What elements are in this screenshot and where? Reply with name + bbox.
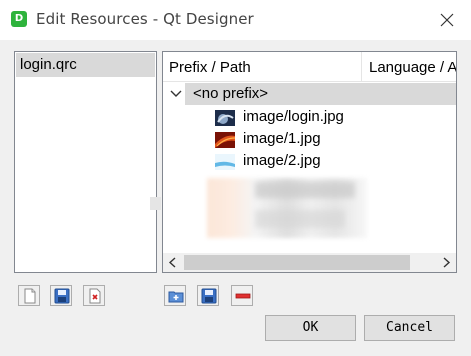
file-label: image/login.jpg <box>243 108 344 125</box>
blurred-region <box>255 210 345 228</box>
new-resource-file-button[interactable] <box>18 285 40 306</box>
add-prefix-button[interactable] <box>164 285 186 306</box>
red-thumbnail-icon <box>215 132 235 148</box>
remove-button[interactable] <box>231 285 253 306</box>
splitter-handle[interactable] <box>150 197 161 210</box>
scroll-right-button[interactable] <box>436 253 456 272</box>
resource-file-item[interactable]: login.qrc <box>16 53 155 77</box>
cancel-button[interactable]: Cancel <box>364 315 455 341</box>
login-thumbnail-icon <box>215 110 235 126</box>
close-icon <box>440 13 454 27</box>
add-prefix-icon <box>168 291 184 303</box>
tree-file-row[interactable]: image/2.jpg <box>215 151 415 173</box>
scrollbar-thumb[interactable] <box>184 255 410 270</box>
tree-file-row[interactable]: image/login.jpg <box>215 107 415 129</box>
file-label: image/1.jpg <box>243 130 321 147</box>
column-header-prefix-path[interactable]: Prefix / Path <box>163 52 362 82</box>
chevron-left-icon <box>168 257 176 268</box>
blurred-region <box>255 182 355 198</box>
blue-thumbnail-icon <box>215 154 235 170</box>
horizontal-scrollbar[interactable] <box>163 253 456 272</box>
new-file-icon <box>24 288 36 304</box>
file-label: image/2.jpg <box>243 152 321 169</box>
remove-file-icon <box>89 288 101 304</box>
title-bar: D Edit Resources - Qt Designer <box>0 0 471 40</box>
scroll-left-button[interactable] <box>163 253 183 272</box>
ok-button[interactable]: OK <box>265 315 356 341</box>
save-resource-file-button[interactable] <box>50 285 72 306</box>
prefix-label[interactable]: <no prefix> <box>193 85 268 102</box>
resource-file-list[interactable]: login.qrc <box>14 51 157 273</box>
remove-icon <box>235 293 251 299</box>
qt-designer-app-icon: D <box>11 11 27 27</box>
column-header-language[interactable]: Language / A <box>363 52 456 82</box>
tree-file-row[interactable]: image/1.jpg <box>215 129 415 151</box>
remove-resource-file-button[interactable] <box>83 285 105 306</box>
add-files-icon <box>201 288 217 304</box>
resource-tree[interactable]: Prefix / Path Language / A <no prefix> i… <box>162 51 457 273</box>
save-icon <box>54 288 70 304</box>
close-button[interactable] <box>432 6 462 34</box>
tree-header: Prefix / Path Language / A <box>163 52 456 82</box>
window-title: Edit Resources - Qt Designer <box>36 10 254 28</box>
chevron-right-icon <box>443 257 451 268</box>
chevron-down-icon[interactable] <box>169 86 183 102</box>
add-files-button[interactable] <box>197 285 219 306</box>
